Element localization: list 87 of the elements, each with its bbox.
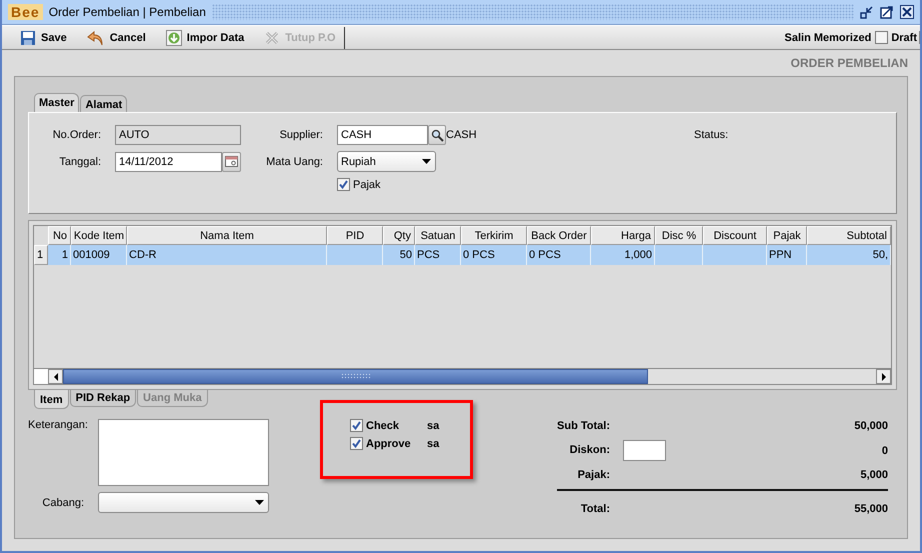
total-label: Total: [580, 503, 610, 515]
table-cell: 1,000 [624, 249, 652, 261]
tab[interactable]: PID Rekap [70, 390, 136, 407]
user-name: sa [427, 420, 440, 432]
discount-field[interactable] [623, 440, 666, 461]
checkbox-label: Pajak [353, 178, 381, 190]
field-label: Tanggal: [58, 156, 101, 168]
user-name: sa [427, 438, 440, 450]
supplier-name: CASH [446, 129, 478, 141]
table-row[interactable]: 1 1 001009 CD-R 50 PCS 0 PCS 0 PCS 1,000 PPN 50, [34, 245, 891, 265]
field-label: Mata Uang: [265, 156, 323, 168]
toolbar-button[interactable]: Impor Data [162, 28, 248, 48]
column-header[interactable]: Kode Item [71, 226, 127, 245]
tab[interactable]: Master [34, 93, 80, 112]
left-arrow-icon [54, 372, 58, 380]
total-label: Pajak: [576, 469, 610, 481]
field-label: Supplier: [278, 129, 323, 141]
column-header[interactable]: Nama Item [127, 226, 327, 245]
close-icon[interactable] [900, 5, 914, 19]
currency-dropdown[interactable]: Rupiah [337, 151, 436, 172]
column-header[interactable]: Subtotal [807, 226, 891, 245]
column-header[interactable]: PID [327, 226, 383, 245]
date-field[interactable]: 14/11/2012 [115, 152, 222, 172]
table-cell: 001009 [73, 249, 110, 261]
scroll-left-button[interactable] [48, 369, 63, 384]
scroll-right-button[interactable] [876, 369, 891, 384]
table-cell: 0 PCS [529, 249, 561, 261]
minimize-icon[interactable] [860, 5, 874, 19]
checkbox-label: Approve [366, 438, 412, 450]
table-cell: 1 [62, 249, 68, 261]
input-field[interactable]: AUTO [115, 125, 241, 145]
window-title: Order Pembelian | Pembelian [48, 5, 206, 19]
search-button[interactable] [428, 125, 446, 145]
search-icon [430, 128, 444, 142]
field-label: Cabang: [41, 496, 84, 508]
download-icon [166, 30, 182, 46]
page-heading: ORDER PEMBELIAN [790, 56, 908, 70]
total-value: 55,000 [853, 503, 888, 515]
tab[interactable]: Alamat [80, 95, 128, 112]
maximize-icon[interactable] [880, 5, 894, 19]
table-cell: PCS [417, 249, 440, 261]
table-cell: PPN [769, 249, 792, 261]
x-icon [264, 30, 280, 46]
input-field[interactable]: CASH [337, 125, 428, 145]
column-header[interactable]: Pajak [767, 226, 807, 245]
row-number: 1 [34, 245, 48, 265]
checkbox-label: Check [366, 420, 400, 432]
checkbox[interactable] [875, 31, 888, 44]
column-header[interactable]: Terkirim [461, 226, 527, 245]
right-arrow-icon [882, 372, 886, 380]
total-label: Sub Total: [556, 420, 610, 432]
column-header[interactable]: Harga [591, 226, 655, 245]
table-cell: 0 PCS [463, 249, 495, 261]
notes-field[interactable] [98, 419, 269, 486]
column-header[interactable]: Qty [383, 226, 415, 245]
checkbox[interactable] [337, 178, 350, 191]
branch-dropdown[interactable] [98, 492, 269, 513]
column-header[interactable]: Satuan [415, 226, 461, 245]
status-label: Status: [694, 129, 728, 141]
checkbox-label: Draft [891, 32, 917, 44]
tab[interactable]: Item [34, 390, 69, 409]
total-value: 0 [880, 444, 888, 456]
table-cell: CD-R [129, 249, 156, 261]
checkbox[interactable] [350, 437, 363, 450]
dropdown-arrow-icon [422, 159, 431, 164]
calendar-button[interactable] [222, 152, 241, 172]
scrollbar-thumb[interactable] [63, 369, 648, 384]
table-cell: 50, [872, 249, 888, 261]
column-header[interactable]: Back Order [527, 226, 591, 245]
total-value: 5,000 [859, 469, 888, 481]
toolbar-label: Salin Memorized [784, 32, 872, 44]
total-label: Diskon: [568, 443, 610, 458]
table-cell: 50 [400, 249, 412, 261]
toolbar-button[interactable]: Cancel [82, 28, 150, 48]
app-logo: Bee [8, 4, 43, 20]
column-header[interactable]: Disc % [655, 226, 703, 245]
column-header[interactable]: No [48, 226, 71, 245]
calendar-icon [225, 156, 238, 167]
curved-arrow-icon [86, 30, 105, 46]
checkbox[interactable] [350, 419, 363, 432]
field-label: No.Order: [52, 129, 101, 141]
total-value: 50,000 [853, 420, 888, 432]
scroll-corner [34, 369, 48, 384]
dropdown-arrow-icon [255, 500, 264, 505]
field-label: Keterangan: [28, 419, 89, 431]
toolbar-button[interactable]: Save [16, 28, 71, 48]
column-header[interactable]: Discount [703, 226, 767, 245]
